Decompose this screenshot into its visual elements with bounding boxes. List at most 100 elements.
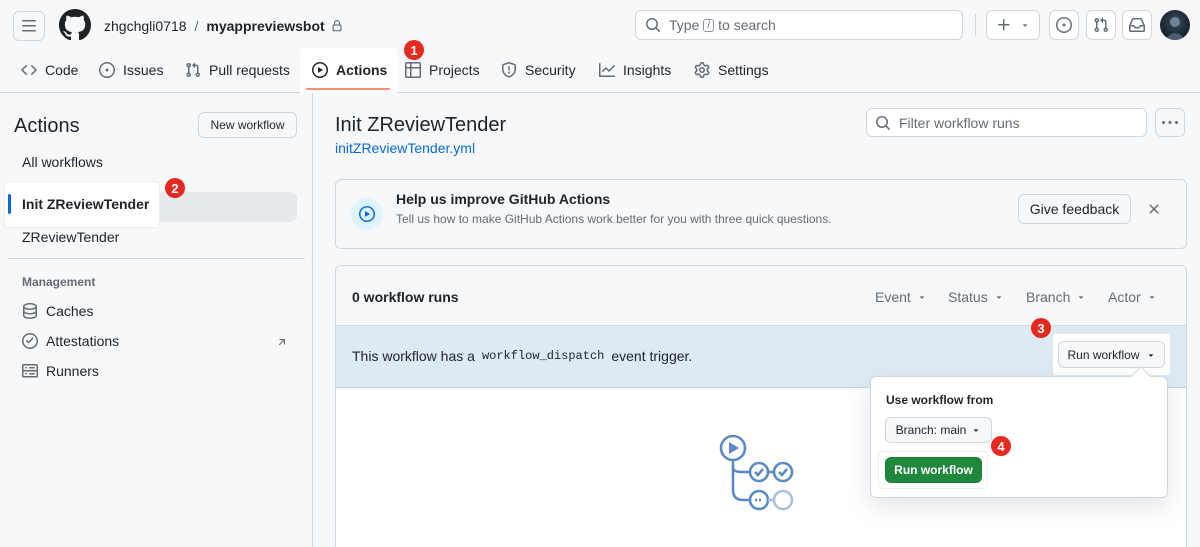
tab-pull-requests-label: Pull requests [209,62,290,78]
server-icon [22,364,38,378]
feedback-description: Tell us how to make GitHub Actions work … [396,212,832,226]
lock-icon [332,20,342,32]
run-workflow-highlight: Run workflow [1053,334,1170,375]
branch-select-button[interactable]: Branch: main [885,417,992,443]
attestations-label: Attestations [46,333,120,349]
github-logo[interactable] [59,9,91,41]
avatar-figure-icon [1165,17,1185,40]
triangle-down-icon [1149,296,1154,299]
event-filter[interactable]: Event [875,289,927,305]
feedback-banner: Help us improve GitHub Actions Tell us h… [335,179,1187,249]
sidebar-divider [8,258,305,259]
search-prefix: Type [669,17,700,33]
tab-pull-requests[interactable]: Pull requests [185,52,290,88]
active-indicator [8,194,11,214]
tab-actions[interactable]: Actions [312,52,387,88]
repo-tabs: Code Issues Pull requests Actions Projec… [0,52,1200,92]
triangle-down-icon [996,296,1001,299]
play-icon [359,206,375,222]
sidebar-item-attestations[interactable]: Attestations [22,333,119,349]
sidebar-item-all-workflows[interactable]: All workflows [22,154,103,170]
tab-issues-label: Issues [123,62,164,78]
caches-label: Caches [46,303,94,319]
header-divider [975,14,976,36]
sidebar-item-caches[interactable]: Caches [22,303,93,319]
dispatch-code: workflow_dispatch [481,349,605,363]
sidebar-item-init-label: Init ZReviewTender [22,196,150,212]
use-workflow-from-label: Use workflow from [886,393,994,407]
plus-icon [998,19,1010,31]
tab-code-label: Code [45,62,79,78]
actor-filter-label: Actor [1108,289,1141,305]
sidebar-item-init-zreviewtender[interactable]: Init ZReviewTender [5,182,159,227]
tab-issues[interactable]: Issues [99,52,163,88]
sidebar-item-zreviewtender[interactable]: ZReviewTender [22,229,119,245]
issues-icon [1056,17,1072,33]
git-pull-request-icon [186,62,201,78]
tab-settings[interactable]: Settings [694,52,769,88]
actor-filter[interactable]: Actor [1108,289,1157,305]
workflow-runs-count: 0 workflow runs [352,289,459,305]
breadcrumb-repo[interactable]: myappreviewsbot [206,18,324,34]
branch-filter[interactable]: Branch [1026,289,1086,305]
workflow-empty-state-icon [719,434,794,511]
breadcrumb-separator: / [194,18,199,34]
callout-badge-4: 4 [991,436,1011,456]
branch-select-label: Branch: main [895,423,967,437]
hamburger-icon [22,20,36,32]
dispatch-message: This workflow has a workflow_dispatch ev… [352,348,692,364]
run-workflow-dropdown-button[interactable]: Run workflow [1058,341,1165,368]
tab-insights[interactable]: Insights [599,52,671,88]
database-icon [23,303,37,319]
search-icon [646,18,661,33]
new-workflow-button[interactable]: New workflow [198,112,297,138]
search-suffix: to search [718,17,776,33]
tab-security[interactable]: Security [501,52,576,88]
filter-workflow-runs-input[interactable]: Filter workflow runs [866,108,1147,137]
event-filter-label: Event [875,289,911,305]
sidebar-item-runners[interactable]: Runners [22,363,99,379]
actions-sidebar: Actions New workflow All workflows Init … [0,93,313,547]
run-workflow-label: Run workflow [1067,347,1140,362]
feedback-play-icon [351,198,383,230]
callout-badge-1: 1 [404,40,424,60]
triangle-down-icon [1079,296,1084,299]
run-workflow-submit-button[interactable]: Run workflow [885,457,982,483]
avatar[interactable] [1160,10,1190,40]
arrow-up-right-icon [278,339,286,346]
give-feedback-button[interactable]: Give feedback [1018,194,1131,224]
triangle-down-icon [1148,353,1153,357]
more-options-button[interactable] [1155,108,1185,137]
tab-settings-label: Settings [718,62,769,78]
tab-insights-label: Insights [623,62,672,78]
gear-icon [694,62,710,78]
inbox-button[interactable] [1122,10,1152,40]
graph-icon [599,63,615,77]
pull-requests-button[interactable] [1086,10,1116,40]
tab-code[interactable]: Code [21,52,78,88]
issues-button[interactable] [1049,10,1079,40]
feedback-title: Help us improve GitHub Actions [396,191,611,207]
filter-placeholder: Filter workflow runs [899,114,1020,131]
triangle-down-icon [1022,24,1028,27]
search-icon [876,115,891,130]
management-heading: Management [22,275,96,289]
hamburger-menu-button[interactable] [13,11,45,41]
run-workflow-submit-highlight: Run workflow [879,452,987,488]
dispatch-prefix: This workflow has a [352,348,475,364]
sidebar-title: Actions [14,115,80,137]
play-icon [312,62,328,78]
callout-badge-2: 2 [165,178,185,198]
status-filter[interactable]: Status [948,289,1004,305]
workflow-runs-header: 0 workflow runs Event Status Branch Acto… [336,266,1186,326]
table-icon [405,62,421,78]
verified-icon [22,333,38,349]
breadcrumb-owner[interactable]: zhgchgli0718 [104,18,187,34]
workflow-title: Init ZReviewTender [335,114,507,136]
create-new-button[interactable] [986,10,1040,40]
dispatch-suffix: event trigger. [611,348,693,364]
tab-actions-label: Actions [336,62,388,78]
close-icon[interactable] [1146,201,1162,217]
search-input[interactable]: Type / to search [635,10,963,40]
workflow-file-link[interactable]: initZReviewTender.yml [335,140,475,156]
